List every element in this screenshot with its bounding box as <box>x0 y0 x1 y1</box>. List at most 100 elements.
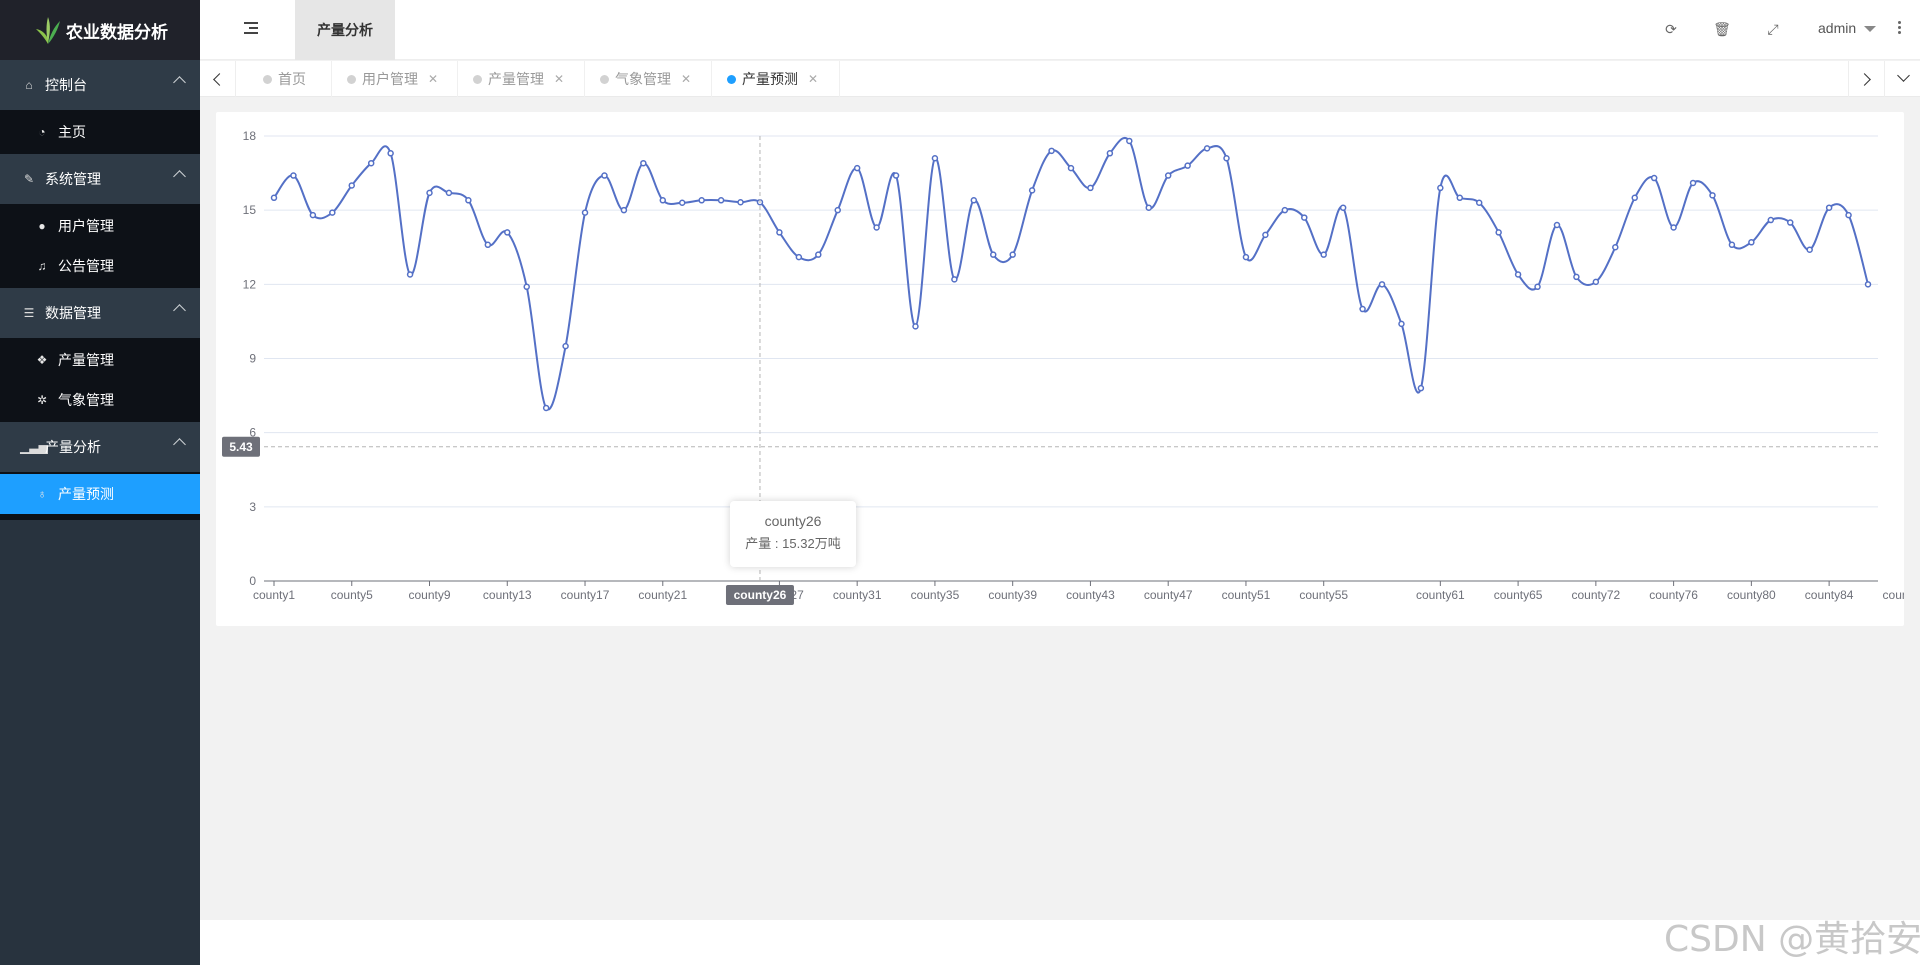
refresh-icon[interactable]: ⟳ <box>1662 20 1680 38</box>
sidebar-group-header[interactable]: ▁▃▅ 产量分析 <box>0 422 200 472</box>
sidebar-item-label: 气象管理 <box>58 392 114 408</box>
sidebar-group-label: 产量分析 <box>45 439 101 455</box>
data-point <box>542 404 550 412</box>
data-point <box>1009 251 1016 258</box>
tooltip-value: 15.32万吨 <box>782 536 841 551</box>
data-point <box>1845 211 1852 219</box>
data-point <box>1417 384 1425 392</box>
tab-home[interactable]: 首页 <box>237 61 332 97</box>
data-point <box>1378 281 1386 288</box>
user-icon: ● <box>38 219 46 233</box>
user-menu[interactable]: admin <box>1818 20 1856 36</box>
sidebar-item-yield[interactable]: ❖ 产量管理 <box>0 340 200 380</box>
tab-label: 产量管理 <box>488 71 544 87</box>
data-point <box>1145 204 1153 211</box>
tab-label: 用户管理 <box>362 71 418 87</box>
sidebar: 农业数据分析 ⌂ 控制台 ◔ 主页 ✎ 系统管理 ● 用户管理 ♫ 公告管理 ☰… <box>0 0 200 965</box>
data-point <box>484 241 492 249</box>
sidebar-group-header[interactable]: ✎ 系统管理 <box>0 154 200 204</box>
y-tick-label: 12 <box>243 277 257 291</box>
close-icon[interactable]: ✕ <box>808 72 818 86</box>
data-point <box>1475 199 1483 206</box>
data-point <box>1553 221 1561 229</box>
tab-label: 首页 <box>278 71 306 87</box>
tab-dot <box>727 74 736 84</box>
data-point <box>1612 244 1619 251</box>
tab-users[interactable]: 用户管理 ✕ <box>332 61 458 97</box>
x-tick-label: county17 <box>561 588 610 602</box>
data-point <box>620 206 628 214</box>
x-tick-label: county9 <box>408 588 450 602</box>
y-tick-label: 0 <box>249 574 256 588</box>
data-point <box>290 172 297 179</box>
data-point <box>387 150 394 157</box>
tab-weather[interactable]: 气象管理 ✕ <box>585 61 712 97</box>
tab-forecast[interactable]: 产量预测 ✕ <box>712 61 840 97</box>
sidebar-group-header[interactable]: ☰ 数据管理 <box>0 288 200 338</box>
chevron-up-icon <box>173 438 186 451</box>
sidebar-item-forecast[interactable]: ♁ 产量预测 <box>0 474 200 514</box>
data-point <box>1709 192 1716 199</box>
data-point <box>1748 239 1755 246</box>
caret-down-icon[interactable] <box>1864 26 1876 32</box>
database-icon: ☰ <box>23 306 35 320</box>
tabs-menu-chevron-down-icon[interactable] <box>1884 61 1920 97</box>
x-tick-label: county5 <box>331 588 373 602</box>
sidebar-item-home[interactable]: ◔ 主页 <box>0 112 200 152</box>
app-logo[interactable]: 农业数据分析 <box>0 0 200 60</box>
gear-icon: ✲ <box>36 393 48 407</box>
lightbulb-icon: ♁ <box>37 487 47 501</box>
close-icon[interactable]: ✕ <box>681 72 691 86</box>
chevron-up-icon <box>173 170 186 183</box>
tabs-scroll-right-icon[interactable] <box>1848 61 1884 97</box>
tab-yield[interactable]: 产量管理 ✕ <box>458 61 585 97</box>
data-point <box>640 159 647 167</box>
data-point <box>678 199 686 206</box>
sidebar-item-users[interactable]: ● 用户管理 <box>0 206 200 246</box>
x-tick-label: county13 <box>483 588 532 602</box>
chevron-up-icon <box>173 76 186 89</box>
trash-icon[interactable]: 🗑 <box>1713 20 1731 38</box>
sidebar-group-header[interactable]: ⌂ 控制台 <box>0 60 200 110</box>
data-point <box>1514 271 1522 278</box>
fullscreen-icon[interactable]: ⤢ <box>1764 20 1782 38</box>
menu-toggle-icon[interactable] <box>244 22 260 36</box>
data-point <box>1087 184 1094 192</box>
data-point <box>737 199 744 206</box>
tooltip-value-row: 产量 : 15.32万吨 <box>745 536 841 551</box>
sidebar-item-label: 产量预测 <box>58 486 114 502</box>
wrench-icon: ✎ <box>23 172 35 186</box>
tabs-scroll-left-icon[interactable] <box>200 61 236 97</box>
more-vertical-icon[interactable] <box>1898 21 1902 36</box>
sidebar-group-analysis: ▁▃▅ 产量分析 ♁ 产量预测 <box>0 422 200 516</box>
sidebar-item-notices[interactable]: ♫ 公告管理 <box>0 246 200 286</box>
data-point <box>1203 145 1211 152</box>
data-point <box>601 172 608 179</box>
data-point <box>504 229 511 236</box>
home-icon: ⌂ <box>25 78 33 92</box>
sidebar-group-label: 数据管理 <box>45 305 101 321</box>
x-tick-label: county76 <box>1649 588 1698 602</box>
y-tick-label: 15 <box>243 203 257 217</box>
header-active-tab[interactable]: 产量分析 <box>295 0 395 60</box>
sidebar-item-weather[interactable]: ✲ 气象管理 <box>0 380 200 420</box>
tab-dot <box>263 74 272 84</box>
close-icon[interactable]: ✕ <box>428 72 438 86</box>
data-point <box>853 164 861 172</box>
data-point <box>1223 155 1230 162</box>
data-point <box>329 209 336 216</box>
data-point <box>970 197 978 204</box>
close-icon[interactable]: ✕ <box>554 72 564 86</box>
data-point <box>1242 253 1250 261</box>
data-point <box>912 323 919 330</box>
x-tick-label: county51 <box>1222 588 1271 602</box>
data-point <box>1067 164 1075 172</box>
yield-line-chart[interactable]: 0369121518county1 county5 county9 county13 c… <box>216 112 1904 626</box>
sidebar-group-label: 控制台 <box>45 77 87 93</box>
data-point <box>1864 281 1872 288</box>
data-point <box>795 253 803 261</box>
data-point <box>1281 206 1289 214</box>
data-point <box>1028 187 1036 194</box>
pointer-x-label: county26 <box>734 588 787 602</box>
data-point <box>1689 179 1697 187</box>
